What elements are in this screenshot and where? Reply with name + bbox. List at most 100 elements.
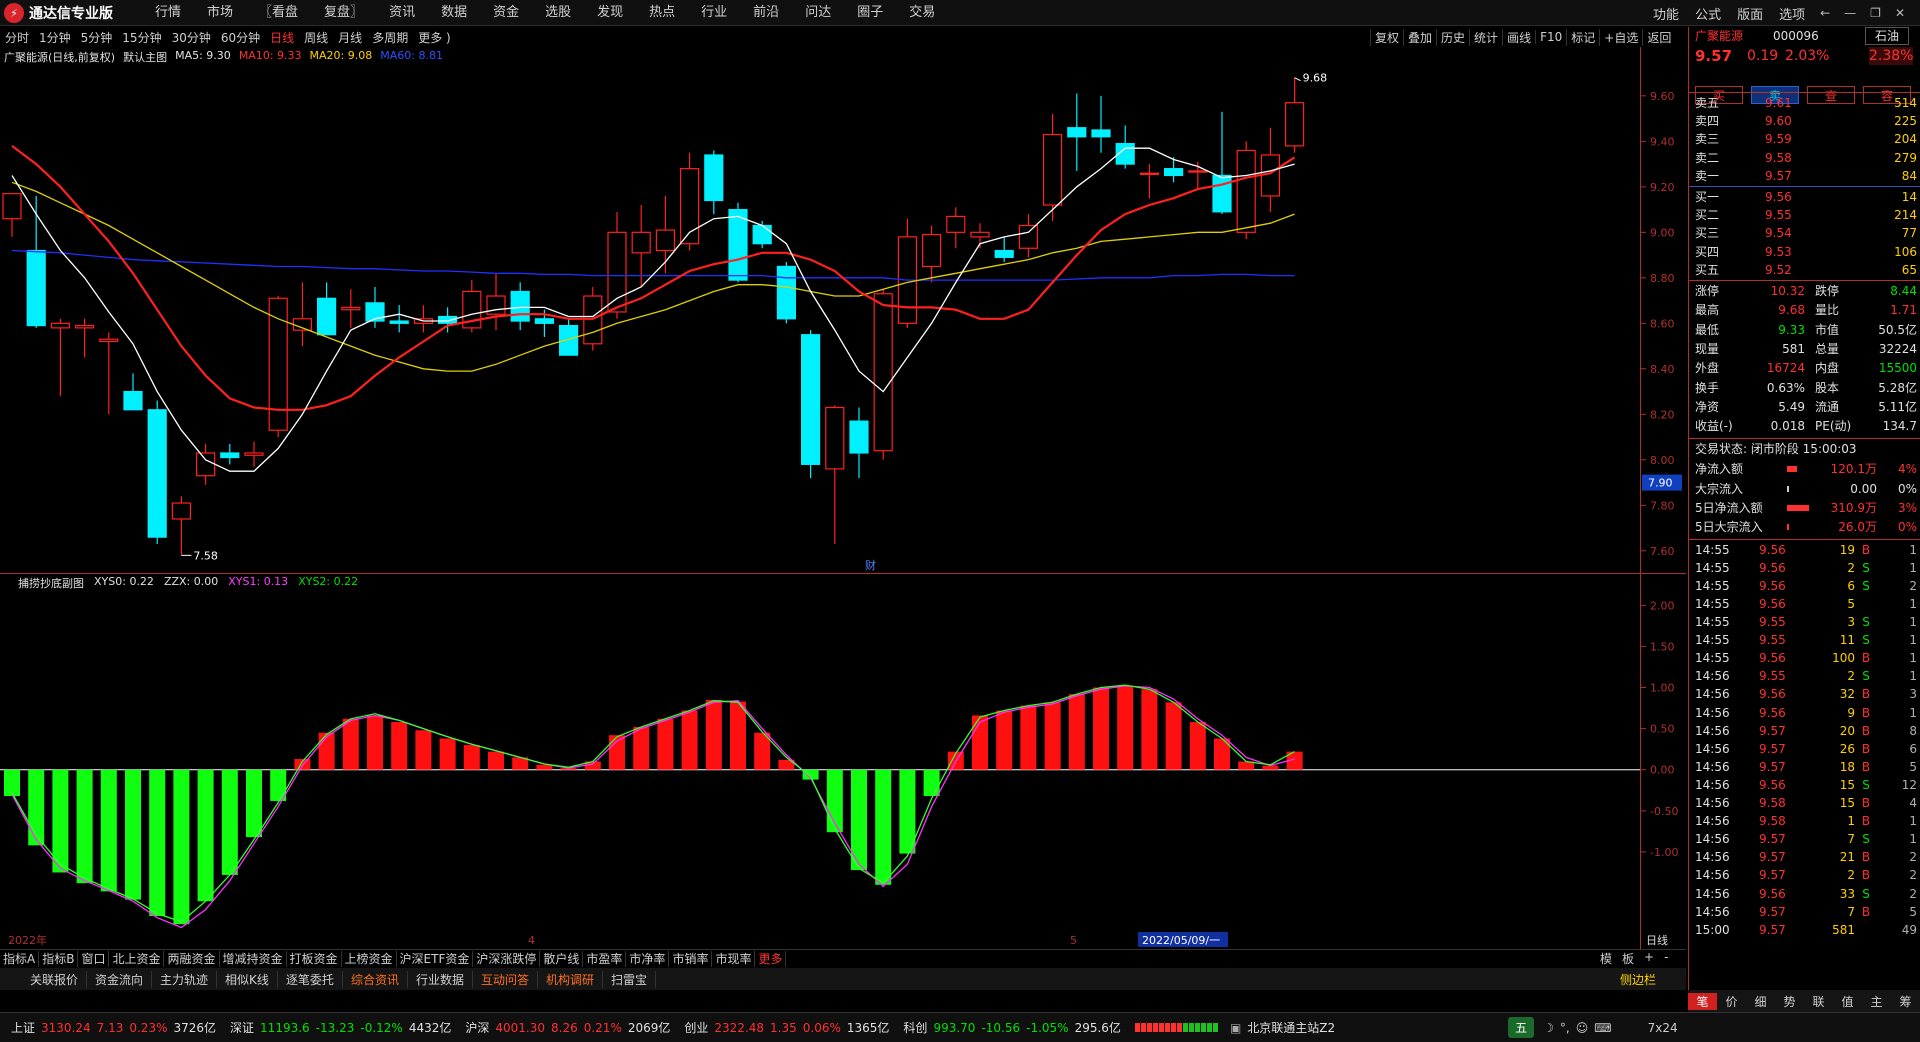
chart-tool-4[interactable]: 画线 <box>1502 28 1535 46</box>
tick-price: 9.55 <box>1759 615 1786 629</box>
main-menu-item-6[interactable]: 资金 <box>480 0 532 26</box>
period-10[interactable]: 更多 ) <box>413 29 456 46</box>
indicator-tab-15[interactable]: 更多 <box>755 950 787 967</box>
side-tab-5[interactable]: 值 <box>1833 993 1862 1010</box>
moon-icon[interactable]: ☽ <box>1540 1021 1557 1035</box>
main-menu-item-5[interactable]: 数据 <box>428 0 480 26</box>
indicator-tab-9[interactable]: 沪深涨跌停 <box>473 950 541 967</box>
tick-count: 1 <box>1909 832 1917 847</box>
main-menu-item-14[interactable]: 交易 <box>896 0 948 26</box>
indicator-tab-0[interactable]: 指标A <box>0 950 40 967</box>
chart-tool-0[interactable]: 复权 <box>1370 28 1403 46</box>
chart-tool-3[interactable]: 统计 <box>1469 28 1502 46</box>
indicator-tab-10[interactable]: 散户线 <box>540 950 584 967</box>
close-icon[interactable]: ✕ <box>1888 6 1912 20</box>
chart-tool-1[interactable]: 叠加 <box>1403 28 1436 46</box>
time-mode[interactable]: 7x24 <box>1645 1021 1681 1035</box>
period-8[interactable]: 月线 <box>333 29 367 46</box>
indicator-tab-12[interactable]: 市净率 <box>626 950 670 967</box>
index-sz-name[interactable]: 深证 <box>227 1019 257 1036</box>
side-tab-4[interactable]: 联 <box>1804 993 1833 1010</box>
sidebar-toggle[interactable]: 侧边栏 <box>1620 970 1656 990</box>
index-kc-name[interactable]: 科创 <box>900 1019 930 1036</box>
back-icon[interactable]: ← <box>1813 6 1837 20</box>
info-tab-7[interactable]: 互动问答 <box>473 970 538 988</box>
chart-tool-8[interactable]: 返回 <box>1642 28 1675 46</box>
main-menu-item-4[interactable]: 资讯 <box>376 0 428 26</box>
indicator-tab-4[interactable]: 两融资金 <box>164 950 220 967</box>
indicator-tab-6[interactable]: 打板资金 <box>287 950 342 967</box>
ticker-ctrl-2[interactable]: + <box>1644 950 1654 967</box>
main-menu-item-9[interactable]: 热点 <box>636 0 688 26</box>
side-tab-1[interactable]: 价 <box>1717 993 1746 1010</box>
info-tab-8[interactable]: 机构调研 <box>538 970 603 988</box>
period-6[interactable]: 日线 <box>265 29 299 46</box>
emoji-icon[interactable]: ☺ <box>1573 1021 1592 1035</box>
info-tab-2[interactable]: 主力轨迹 <box>152 970 218 988</box>
side-tab-0[interactable]: 笔 <box>1688 992 1717 1010</box>
chart-tool-5[interactable]: F10 <box>1535 30 1566 44</box>
main-menu-item-2[interactable]: 〖看盘 <box>246 0 311 26</box>
main-indicator-name[interactable]: 默认主图 <box>123 49 167 65</box>
indicator-tab-14[interactable]: 市现率 <box>712 950 756 967</box>
period-9[interactable]: 多周期 <box>367 29 413 46</box>
info-tab-3[interactable]: 相似K线 <box>217 970 278 988</box>
side-tab-7[interactable]: 筹 <box>1891 993 1920 1010</box>
indicator-tab-13[interactable]: 市销率 <box>669 950 713 967</box>
menu-options[interactable]: 选项 <box>1771 4 1813 23</box>
menu-formula[interactable]: 公式 <box>1687 4 1729 23</box>
chart-tool-7[interactable]: +自选 <box>1599 28 1642 46</box>
ticker-ctrl-3[interactable]: - <box>1664 950 1668 967</box>
chart-tool-2[interactable]: 历史 <box>1436 28 1469 46</box>
period-7[interactable]: 周线 <box>299 29 333 46</box>
indicator-tab-1[interactable]: 指标B <box>39 950 79 967</box>
info-tab-6[interactable]: 行业数据 <box>408 970 473 988</box>
main-menu-item-8[interactable]: 发现 <box>584 0 636 26</box>
side-tab-3[interactable]: 势 <box>1775 993 1804 1010</box>
period-4[interactable]: 30分钟 <box>167 29 216 46</box>
index-hs-name[interactable]: 沪深 <box>462 1019 492 1036</box>
main-menu-item-0[interactable]: 行情 <box>142 0 194 26</box>
menu-layout[interactable]: 版面 <box>1729 4 1771 23</box>
main-menu-item-12[interactable]: 问达 <box>792 0 844 26</box>
info-tab-0[interactable]: 关联报价 <box>22 970 88 988</box>
tick-time: 14:56 <box>1695 814 1730 829</box>
indicator-tab-5[interactable]: 增减持资金 <box>220 950 287 967</box>
info-tab-1[interactable]: 资金流向 <box>87 970 153 988</box>
index-sh-name[interactable]: 上证 <box>8 1019 38 1036</box>
indicator-tab-2[interactable]: 窗口 <box>78 950 110 967</box>
keyboard-icon[interactable]: ⌨ <box>1591 1021 1614 1035</box>
kline-chart[interactable]: 9.60 9.40 9.20 9.00 8.80 8.60 8.40 8.20 8.00 7.80… <box>0 64 1686 949</box>
main-menu-item-11[interactable]: 前沿 <box>740 0 792 26</box>
period-1[interactable]: 1分钟 <box>34 29 76 46</box>
ime-indicator[interactable]: 五 <box>1508 1017 1535 1038</box>
index-cy-name[interactable]: 创业 <box>681 1019 711 1036</box>
tick-side: B <box>1861 723 1871 738</box>
period-5[interactable]: 60分钟 <box>216 29 265 46</box>
restore-icon[interactable]: ❐ <box>1863 6 1888 20</box>
indicator-tab-7[interactable]: 上榜资金 <box>342 950 397 967</box>
ticker-ctrl-1[interactable]: 板 <box>1622 950 1634 967</box>
chart-tool-6[interactable]: 标记 <box>1566 28 1599 46</box>
period-3[interactable]: 15分钟 <box>117 29 166 46</box>
main-menu-item-10[interactable]: 行业 <box>688 0 740 26</box>
indicator-tab-8[interactable]: 沪深ETF资金 <box>397 950 474 967</box>
period-2[interactable]: 5分钟 <box>76 29 118 46</box>
info-tab-9[interactable]: 扫雷宝 <box>603 970 657 988</box>
info-tab-4[interactable]: 逐笔委托 <box>278 970 343 988</box>
side-tab-6[interactable]: 主 <box>1862 993 1891 1010</box>
main-menu-item-3[interactable]: 复盘〗 <box>311 0 376 26</box>
minimize-icon[interactable]: — <box>1837 6 1863 20</box>
indicator-tab-3[interactable]: 北上资金 <box>109 950 165 967</box>
period-0[interactable]: 分时 <box>0 29 34 46</box>
main-menu-item-1[interactable]: 市场 <box>194 0 246 26</box>
ticker-ctrl-0[interactable]: 模 <box>1600 950 1612 967</box>
sub-bar <box>923 769 940 797</box>
info-tab-5[interactable]: 综合资讯 <box>343 970 408 988</box>
main-menu-item-7[interactable]: 选股 <box>532 0 584 26</box>
menu-function[interactable]: 功能 <box>1645 4 1687 23</box>
comma-icon[interactable]: °, <box>1557 1021 1573 1035</box>
main-menu-item-13[interactable]: 圈子 <box>844 0 896 26</box>
indicator-tab-11[interactable]: 市盈率 <box>583 950 627 967</box>
side-tab-2[interactable]: 细 <box>1746 993 1775 1010</box>
